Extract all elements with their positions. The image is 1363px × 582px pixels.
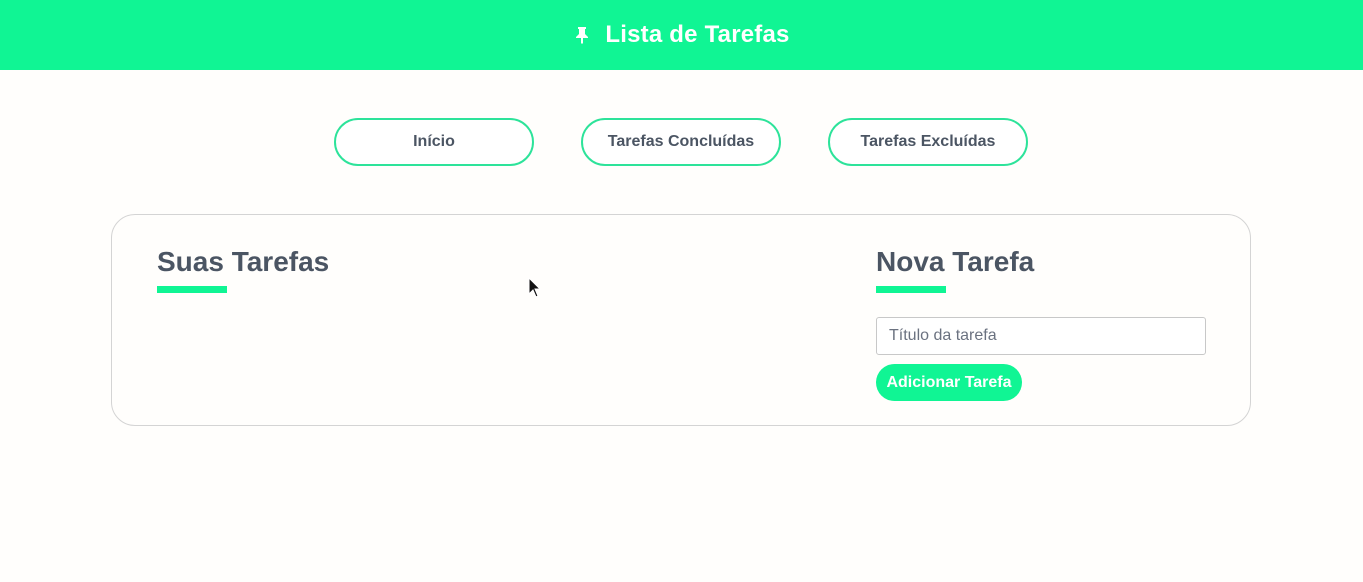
- tasks-card: Suas Tarefas Nova Tarefa Adicionar Taref…: [111, 214, 1251, 426]
- mouse-cursor-icon: [528, 276, 542, 299]
- nav-button-tarefas-excluidas[interactable]: Tarefas Excluídas: [828, 118, 1028, 166]
- new-task-section-title: Nova Tarefa: [876, 246, 1035, 277]
- app-header: Lista de Tarefas: [0, 0, 1363, 70]
- app-title: Lista de Tarefas: [605, 21, 790, 48]
- add-task-button[interactable]: Adicionar Tarefa: [876, 364, 1022, 401]
- tasks-title-underline: [157, 286, 227, 293]
- main-nav: Início Tarefas Concluídas Tarefas Excluí…: [0, 118, 1363, 166]
- new-task-title-underline: [876, 286, 946, 293]
- header-brand: Lista de Tarefas: [573, 21, 789, 49]
- task-title-input[interactable]: [876, 317, 1206, 355]
- tasks-section-title: Suas Tarefas: [157, 246, 330, 277]
- nav-button-tarefas-concluidas[interactable]: Tarefas Concluídas: [581, 118, 781, 166]
- nav-button-inicio[interactable]: Início: [334, 118, 534, 166]
- pushpin-icon: [573, 26, 591, 44]
